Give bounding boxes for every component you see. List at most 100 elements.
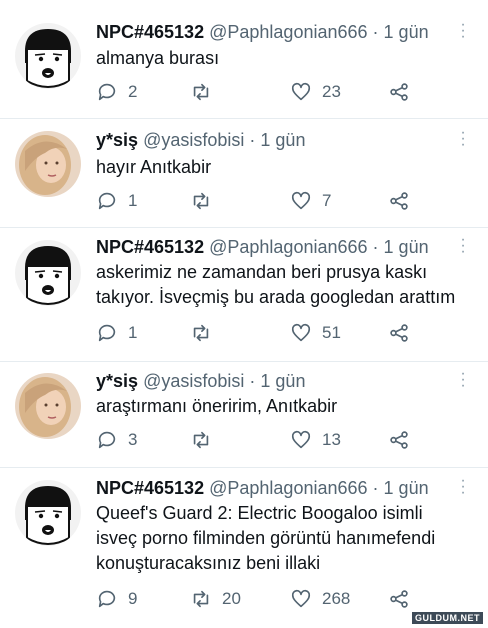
retweet-icon xyxy=(193,324,209,342)
user-handle[interactable]: @yasisfobisi xyxy=(143,130,244,150)
reply-button[interactable]: 3 xyxy=(96,428,137,452)
reply-count: 2 xyxy=(128,82,138,101)
tweet-text-line: Queef's Guard 2: Electric Boogaloo isiml… xyxy=(96,503,423,523)
timestamp[interactable]: 1 gün xyxy=(260,371,305,391)
retweet-button[interactable] xyxy=(190,80,222,104)
reply-icon xyxy=(98,192,116,210)
display-name[interactable]: NPC#465132 xyxy=(96,237,204,257)
like-count: 7 xyxy=(322,191,332,210)
avatar[interactable] xyxy=(15,480,81,546)
timestamp[interactable]: 1 gün xyxy=(384,22,429,42)
retweet-button[interactable] xyxy=(190,321,222,345)
watermark: GULDUM.NET xyxy=(412,612,483,624)
npc-wojak-avatar-icon xyxy=(15,23,81,89)
retweet-icon xyxy=(193,590,209,608)
tweet-actions: 2 23 xyxy=(96,80,428,104)
tweet-header: y*siş @yasisfobisi · 1 gün xyxy=(96,129,448,151)
reply-button[interactable]: 9 xyxy=(96,587,137,611)
tweet[interactable]: y*siş @yasisfobisi · 1 gün · · · hayır Anı… xyxy=(0,119,488,227)
reply-count: 1 xyxy=(128,191,138,210)
avatar[interactable] xyxy=(15,131,81,197)
retweet-button[interactable]: 20 xyxy=(190,587,241,611)
reply-count: 1 xyxy=(128,323,138,342)
retweet-icon xyxy=(193,192,209,210)
user-handle[interactable]: @Paphlagonian666 xyxy=(209,478,367,498)
reply-icon xyxy=(98,431,116,449)
tweet-text: hayır Anıtkabir xyxy=(96,155,476,180)
share-button[interactable] xyxy=(388,80,410,104)
tweet-header: y*siş @yasisfobisi · 1 gün xyxy=(96,370,448,392)
like-button[interactable]: 268 xyxy=(290,587,350,611)
heart-icon xyxy=(291,589,311,608)
tweet-text: Queef's Guard 2: Electric Boogaloo isiml… xyxy=(96,501,476,576)
more-options-icon[interactable]: · · · xyxy=(460,125,466,153)
separator: · xyxy=(372,22,379,42)
tweet-text: almanya burası xyxy=(96,46,476,71)
heart-icon xyxy=(291,191,311,210)
like-count: 51 xyxy=(322,323,341,342)
like-count: 13 xyxy=(322,430,341,449)
avatar[interactable] xyxy=(15,23,81,89)
display-name[interactable]: NPC#465132 xyxy=(96,22,204,42)
user-handle[interactable]: @yasisfobisi xyxy=(143,371,244,391)
like-button[interactable]: 23 xyxy=(290,80,341,104)
share-button[interactable] xyxy=(388,189,410,213)
more-options-icon[interactable]: · · · xyxy=(460,473,466,501)
share-button[interactable] xyxy=(388,587,410,611)
like-button[interactable]: 13 xyxy=(290,428,341,452)
like-count: 23 xyxy=(322,82,341,101)
tweet[interactable]: NPC#465132 @Paphlagonian666 · 1 gün · · · … xyxy=(0,0,488,118)
tweet-actions: 1 51 xyxy=(96,321,428,345)
separator: · xyxy=(372,237,379,257)
reply-button[interactable]: 1 xyxy=(96,321,137,345)
separator: · xyxy=(249,371,256,391)
timestamp[interactable]: 1 gün xyxy=(384,237,429,257)
retweet-button[interactable] xyxy=(190,428,222,452)
more-options-icon[interactable]: · · · xyxy=(460,232,466,260)
timestamp[interactable]: 1 gün xyxy=(260,130,305,150)
like-button[interactable]: 7 xyxy=(290,189,331,213)
more-options-icon[interactable]: · · · xyxy=(460,17,466,45)
retweet-button[interactable] xyxy=(190,189,222,213)
share-button[interactable] xyxy=(388,428,410,452)
heart-icon xyxy=(291,430,311,449)
display-name[interactable]: y*siş xyxy=(96,371,138,391)
tweet-text-line: askerimiz ne zamandan beri prusya kaskı xyxy=(96,262,428,282)
tweet[interactable]: NPC#465132 @Paphlagonian666 · 1 gün · · · … xyxy=(0,228,488,361)
tweet[interactable]: NPC#465132 @Paphlagonian666 · 1 gün · · · … xyxy=(0,468,488,628)
user-handle[interactable]: @Paphlagonian666 xyxy=(209,237,367,257)
blonde-girl-avatar-icon xyxy=(15,131,81,197)
tweet-text-line: takıyor. İsveçmiş bu arada googledan ara… xyxy=(96,287,456,307)
tweet-text-line: isveç porno filminden görüntü hanımefend… xyxy=(96,528,436,548)
user-handle[interactable]: @Paphlagonian666 xyxy=(209,22,367,42)
tweet[interactable]: y*siş @yasisfobisi · 1 gün · · · araştırma… xyxy=(0,362,488,467)
avatar[interactable] xyxy=(15,240,81,306)
reply-count: 9 xyxy=(128,589,138,608)
reply-icon xyxy=(98,324,116,342)
reply-button[interactable]: 1 xyxy=(96,189,137,213)
like-button[interactable]: 51 xyxy=(290,321,341,345)
heart-icon xyxy=(291,82,311,101)
tweet-header: NPC#465132 @Paphlagonian666 · 1 gün xyxy=(96,21,448,43)
reply-button[interactable]: 2 xyxy=(96,80,137,104)
display-name[interactable]: y*siş xyxy=(96,130,138,150)
display-name[interactable]: NPC#465132 xyxy=(96,478,204,498)
reply-icon xyxy=(98,590,116,608)
more-options-icon[interactable]: · · · xyxy=(460,366,466,394)
tweet-text-line: almanya burası xyxy=(96,48,220,68)
avatar[interactable] xyxy=(15,373,81,439)
separator: · xyxy=(372,478,379,498)
tweet-header: NPC#465132 @Paphlagonian666 · 1 gün xyxy=(96,477,448,499)
retweet-icon xyxy=(193,431,209,449)
retweet-count: 20 xyxy=(222,589,241,608)
heart-icon xyxy=(291,323,311,342)
separator: · xyxy=(249,130,256,150)
tweet-header: NPC#465132 @Paphlagonian666 · 1 gün xyxy=(96,236,448,258)
share-icon xyxy=(390,83,408,101)
like-count: 268 xyxy=(322,589,351,608)
tweet-text: askerimiz ne zamandan beri prusya kaskı … xyxy=(96,260,476,310)
share-icon xyxy=(390,192,408,210)
timestamp[interactable]: 1 gün xyxy=(384,478,429,498)
share-button[interactable] xyxy=(388,321,410,345)
share-icon xyxy=(390,590,408,608)
